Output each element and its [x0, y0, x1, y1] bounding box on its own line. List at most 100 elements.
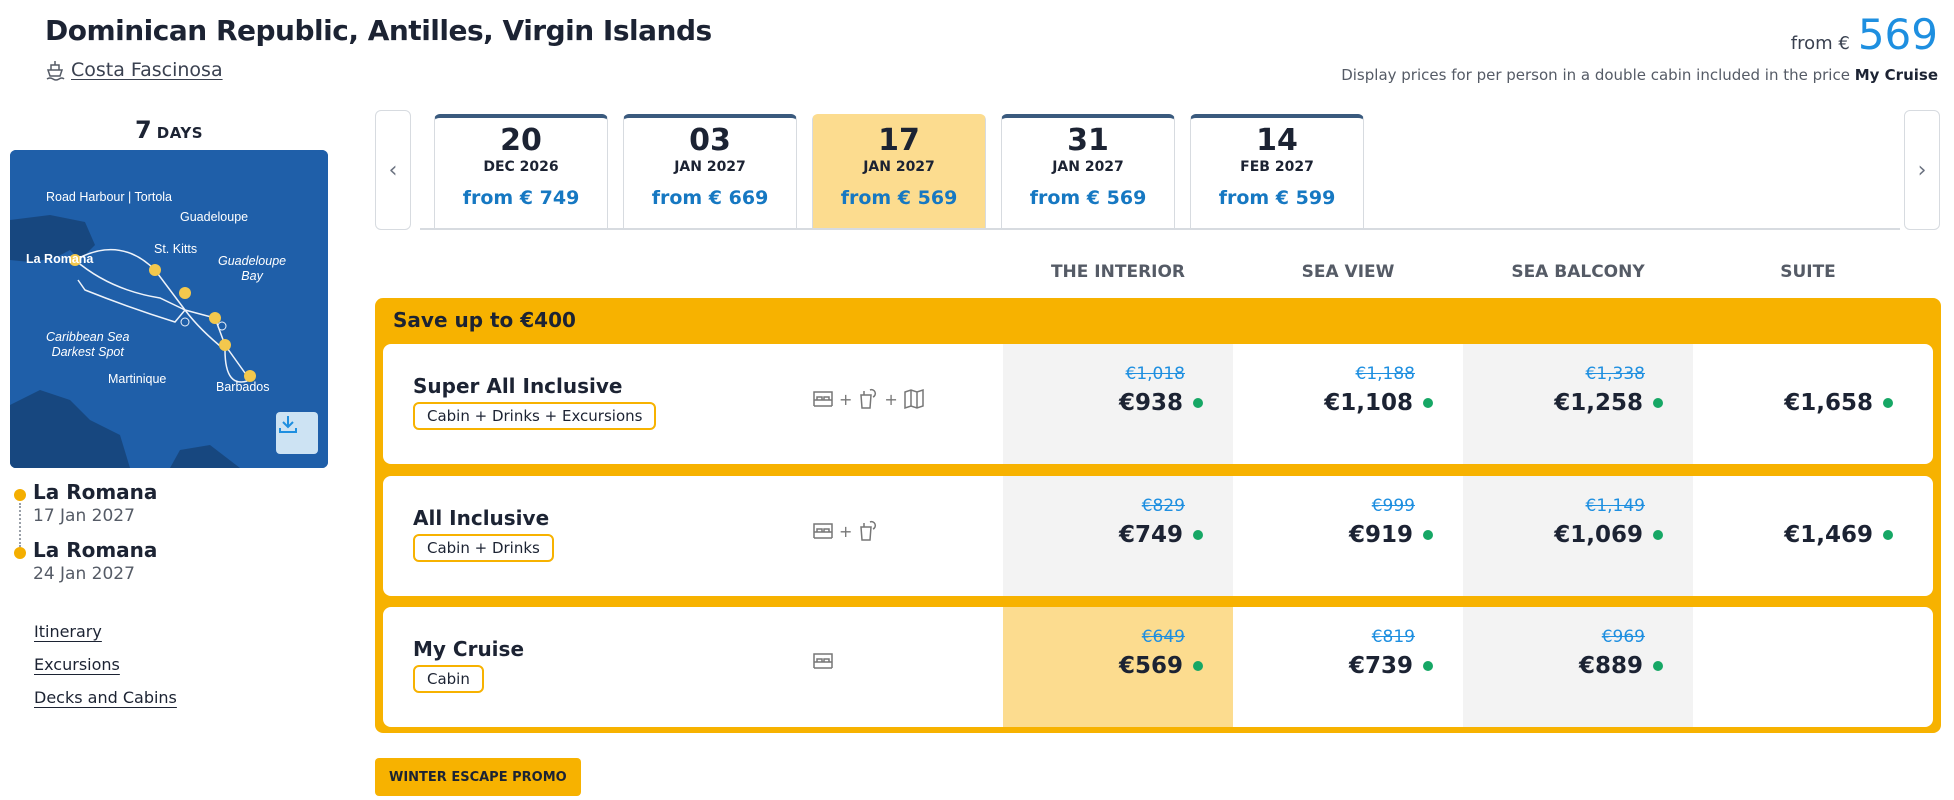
map-label-caribbean: Caribbean Sea Darkest Spot: [46, 330, 129, 360]
map-label-martinique: Martinique: [108, 372, 167, 386]
package-icons: + +: [811, 387, 926, 411]
date-tab[interactable]: 31 JAN 2027 from € 569: [1001, 114, 1175, 228]
new-price-wrap: €1,069: [1554, 522, 1663, 548]
price-cell[interactable]: €969 €889: [1463, 607, 1693, 727]
column-header-suite: SUITE: [1780, 262, 1836, 282]
new-price-wrap: €1,469: [1784, 522, 1893, 548]
date-day: 17: [878, 123, 920, 158]
date-tab[interactable]: 14 FEB 2027 from € 599: [1190, 114, 1364, 228]
prev-dates-button[interactable]: ‹: [375, 110, 411, 230]
trip-links: Itinerary Excursions Decks and Cabins: [34, 622, 177, 721]
map-label-gb-2: Bay: [241, 269, 263, 283]
date-month: FEB 2027: [1240, 159, 1314, 175]
new-price: €569: [1118, 653, 1183, 679]
bed-icon: [813, 523, 833, 539]
drink-icon: [860, 388, 877, 409]
promo-badge[interactable]: WINTER ESCAPE PROMO: [375, 758, 581, 796]
price-cell[interactable]: €1,018 €938: [1003, 344, 1233, 464]
port-start-dot: [14, 489, 26, 501]
plus-sign: +: [839, 389, 853, 409]
new-price: €1,658: [1784, 390, 1873, 416]
plus-sign: +: [884, 389, 898, 409]
package-name: All Inclusive: [413, 506, 550, 530]
new-price-wrap: €569: [1119, 653, 1203, 679]
column-header-sea-view: SEA VIEW: [1301, 262, 1395, 282]
price-cell[interactable]: €829 €749: [1003, 476, 1233, 596]
old-price: €819: [1371, 627, 1415, 647]
price-cell[interactable]: €1,658: [1693, 344, 1923, 464]
price-cell[interactable]: €1,149 €1,069: [1463, 476, 1693, 596]
duration: 7 DAYS: [10, 116, 328, 144]
excursions-link[interactable]: Excursions: [34, 655, 177, 674]
date-tab-selected[interactable]: 17 JAN 2027 from € 569: [812, 114, 986, 228]
price-cell[interactable]: €999 €919: [1233, 476, 1463, 596]
new-price-wrap: €749: [1119, 522, 1203, 548]
ship-name[interactable]: Costa Fascinosa: [71, 59, 223, 81]
old-price: €829: [1141, 496, 1185, 516]
map-label-st-kitts: St. Kitts: [154, 242, 198, 256]
availability-dot: [1653, 398, 1663, 408]
availability-dot: [1193, 530, 1203, 540]
drink-icon: [860, 520, 877, 541]
new-price: €749: [1118, 522, 1183, 548]
new-price: €1,069: [1554, 522, 1643, 548]
map-label-guadeloupe-bay: Guadeloupe Bay: [218, 254, 286, 284]
availability-dot: [1193, 398, 1203, 408]
package-tag: Cabin: [413, 665, 484, 693]
chevron-left-icon: ‹: [388, 157, 398, 183]
price-cell[interactable]: €1,188 €1,108: [1233, 344, 1463, 464]
download-button[interactable]: [276, 412, 318, 454]
price-cell[interactable]: €1,338 €1,258: [1463, 344, 1693, 464]
new-price-wrap: €1,258: [1554, 390, 1663, 416]
availability-dot: [1193, 661, 1203, 671]
map-label-gb-1: Guadeloupe: [218, 254, 287, 268]
save-banner: Save up to €400: [393, 308, 576, 332]
price-cell-selected[interactable]: €649 €569: [1003, 607, 1233, 727]
package-tag: Cabin + Drinks: [413, 534, 554, 562]
old-price: €1,188: [1355, 364, 1415, 384]
disclaimer-bold: My Cruise: [1854, 66, 1938, 84]
package-name: Super All Inclusive: [413, 374, 623, 398]
new-price: €919: [1348, 522, 1413, 548]
itinerary-map[interactable]: Road Harbour | Tortola Guadeloupe St. Ki…: [10, 150, 328, 468]
availability-dot: [1653, 661, 1663, 671]
new-price: €1,258: [1554, 390, 1643, 416]
new-price-wrap: €919: [1349, 522, 1433, 548]
date-price: from € 749: [462, 187, 580, 209]
price-cell[interactable]: €1,469: [1693, 476, 1923, 596]
date-tab[interactable]: 03 JAN 2027 from € 669: [623, 114, 797, 228]
cruise-title: Dominican Republic, Antilles, Virgin Isl…: [45, 14, 712, 47]
port-arrival: La Romana 24 Jan 2027: [33, 538, 157, 584]
package-row: My Cruise Cabin €649 €569 €819 €739 €969…: [383, 607, 1933, 727]
date-price: from € 669: [651, 187, 769, 209]
port-name: La Romana: [33, 538, 158, 562]
ship-link[interactable]: Costa Fascinosa: [45, 59, 223, 81]
port-connector: [19, 503, 21, 547]
new-price-wrap: €889: [1579, 653, 1663, 679]
date-month: JAN 2027: [1052, 159, 1124, 175]
bed-icon: [813, 391, 833, 407]
date-tab[interactable]: 20 DEC 2026 from € 749: [434, 114, 608, 228]
bed-icon: [813, 653, 833, 669]
date-month: JAN 2027: [863, 159, 935, 175]
package-name: My Cruise: [413, 637, 525, 661]
availability-dot: [1423, 530, 1433, 540]
map-label-caribbean-1: Caribbean Sea: [46, 330, 130, 344]
ship-icon: [46, 61, 65, 81]
itinerary-link[interactable]: Itinerary: [34, 622, 177, 641]
days-unit: DAYS: [156, 124, 204, 142]
chevron-right-icon: ›: [1917, 157, 1927, 183]
days-number: 7: [134, 116, 152, 144]
package-icons: +: [811, 519, 880, 543]
next-dates-button[interactable]: ›: [1904, 110, 1940, 230]
old-price: €1,338: [1585, 364, 1645, 384]
price-cell[interactable]: €819 €739: [1233, 607, 1463, 727]
availability-dot: [1423, 398, 1433, 408]
availability-dot: [1883, 398, 1893, 408]
port-departure: La Romana 17 Jan 2027: [33, 480, 157, 526]
new-price-wrap: €938: [1119, 390, 1203, 416]
column-header-interior: THE INTERIOR: [1050, 262, 1186, 282]
old-price: €1,149: [1585, 496, 1645, 516]
decks-cabins-link[interactable]: Decks and Cabins: [34, 688, 177, 707]
old-price: €649: [1141, 627, 1185, 647]
